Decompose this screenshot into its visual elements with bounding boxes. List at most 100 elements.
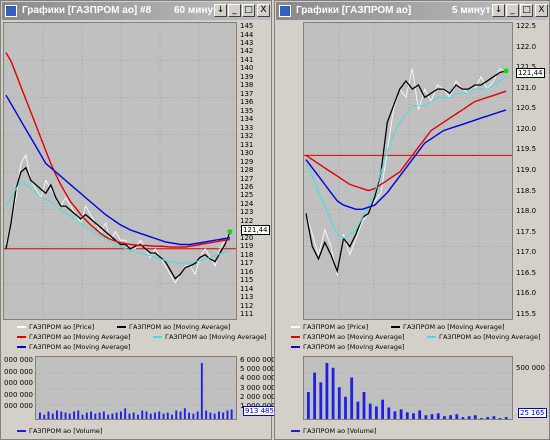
axis-tick-label: 117	[240, 259, 254, 268]
last-price-marker	[227, 229, 233, 235]
axis-tick-label: 113	[240, 293, 254, 302]
legend-item: ГАЗПРОМ ао [Moving Average]	[17, 343, 131, 351]
app-icon	[5, 5, 17, 17]
volume-bar	[424, 415, 428, 419]
price-chart-svg	[304, 23, 512, 319]
axis-tick-label: 118.5	[516, 186, 537, 195]
volume-bar	[145, 411, 148, 419]
volume-bar	[102, 411, 105, 419]
axis-tick-label: 124	[240, 199, 254, 208]
arrange-button[interactable]: ↓	[214, 4, 227, 17]
axis-tick-label: 139	[240, 72, 254, 81]
volume-bar	[498, 418, 502, 419]
legend-item: ГАЗПРОМ ао [Volume]	[291, 427, 376, 435]
axis-tick-label: 137	[240, 89, 254, 98]
axis-tick-label: 119.0	[516, 166, 537, 174]
window-titlebar[interactable]: Графики [ГАЗПРОМ ао] 5 минут ↓ _ □ X	[276, 2, 548, 20]
axis-tick-label: 117.5	[516, 227, 537, 236]
volume-bar	[115, 412, 118, 419]
volume-bar	[141, 410, 144, 419]
volume-bar	[200, 363, 203, 419]
legend-swatch	[117, 326, 126, 328]
axis-tick-label: 131	[240, 140, 254, 149]
volume-bar	[412, 413, 415, 419]
axis-tick-label: 114	[240, 284, 254, 293]
series-line-3	[5, 179, 231, 264]
arrange-button[interactable]: ↓	[492, 4, 505, 17]
series-line-4	[305, 109, 507, 211]
volume-bar	[158, 411, 161, 419]
maximize-button[interactable]: □	[520, 4, 533, 17]
price-chart-plot[interactable]	[3, 22, 237, 320]
price-axis[interactable]: 122.5122.0121.5121.0120.5120.0119.5119.0…	[513, 22, 549, 320]
legend-swatch	[291, 336, 300, 338]
close-button[interactable]: X	[257, 4, 270, 17]
axis-tick-label: 132	[240, 132, 254, 141]
price-chart-svg	[4, 23, 236, 319]
volume-bar	[405, 412, 409, 419]
axis-tick-label: 140	[240, 64, 254, 73]
axis-tick-label: 116.0	[516, 289, 537, 298]
axis-tick-label: 000 000	[4, 367, 33, 376]
volume-bar	[337, 387, 341, 419]
last-price-marker	[503, 68, 509, 74]
close-button[interactable]: X	[535, 4, 548, 17]
volume-bar	[205, 410, 208, 419]
price-legend: ГАЗПРОМ ао [Price] ГАЗПРОМ ао [Moving Av…	[3, 321, 271, 355]
minimize-button[interactable]: _	[228, 4, 241, 17]
volume-bar	[94, 413, 97, 419]
legend-swatch	[17, 346, 26, 348]
axis-tick-label: 126	[240, 182, 254, 191]
volume-bar	[467, 416, 471, 419]
volume-bar	[486, 417, 490, 419]
minimize-button[interactable]: _	[506, 4, 519, 17]
axis-tick-label: 122.0	[516, 42, 537, 51]
legend-swatch	[17, 430, 26, 432]
volume-bar	[77, 410, 80, 419]
axis-tick-label: 128	[240, 166, 254, 174]
price-axis[interactable]: 145 144 143 142 141 140 139 138 137 136 135 134 133 1…	[237, 22, 271, 320]
volume-bar	[230, 409, 233, 419]
volume-bar	[375, 406, 378, 419]
volume-bar	[504, 417, 508, 419]
axis-tick-label: 118.0	[516, 207, 537, 216]
volume-chart-svg	[304, 363, 512, 419]
volume-bar	[175, 410, 178, 419]
axis-tick-label: 115	[240, 276, 254, 285]
legend-label: ГАЗПРОМ ао [Moving Average]	[29, 333, 131, 341]
price-legend: ГАЗПРОМ ао [Price] ГАЗПРОМ ао [Moving Av…	[277, 321, 549, 355]
axis-tick-label: 119	[240, 242, 254, 251]
volume-bar	[381, 399, 384, 419]
chart-window-5min: Графики [ГАЗПРОМ ао] 5 минут ↓ _ □ X 122…	[274, 0, 550, 440]
volume-chart-plot[interactable]	[303, 356, 513, 420]
volume-bar	[213, 413, 216, 419]
volume-bar	[43, 414, 46, 419]
axis-tick-label: 3 000 000	[240, 383, 276, 392]
volume-bar	[128, 413, 131, 419]
volume-bar	[111, 413, 114, 419]
legend-swatch	[291, 346, 300, 348]
window-titlebar[interactable]: Графики [ГАЗПРОМ ао] #8 60 минут ↓ _ □ X	[2, 2, 270, 20]
axis-tick-label: 119.5	[516, 145, 537, 154]
volume-bar	[455, 414, 459, 419]
axis-tick-label: 121.0	[516, 83, 537, 92]
price-chart-plot[interactable]	[303, 22, 513, 320]
volume-legend: ГАЗПРОМ ао [Volume]	[277, 422, 549, 439]
volume-bar	[90, 411, 92, 419]
volume-bar	[209, 412, 212, 419]
volume-bar	[56, 410, 58, 419]
volume-bar	[162, 413, 165, 419]
axis-tick-label: 141	[240, 55, 254, 64]
legend-swatch	[391, 326, 400, 328]
axis-tick-label: 135	[240, 106, 254, 115]
volume-bar	[350, 377, 354, 419]
axis-tick-label: 116	[240, 267, 254, 276]
volume-bar	[196, 411, 199, 419]
legend-label: ГАЗПРОМ ао [Price]	[303, 323, 369, 331]
axis-tick-label: 138	[240, 81, 254, 90]
volume-bar	[393, 411, 397, 419]
volume-bar	[387, 407, 391, 419]
volume-chart-plot[interactable]	[35, 356, 237, 420]
left-gutter	[277, 356, 303, 420]
maximize-button[interactable]: □	[242, 4, 255, 17]
